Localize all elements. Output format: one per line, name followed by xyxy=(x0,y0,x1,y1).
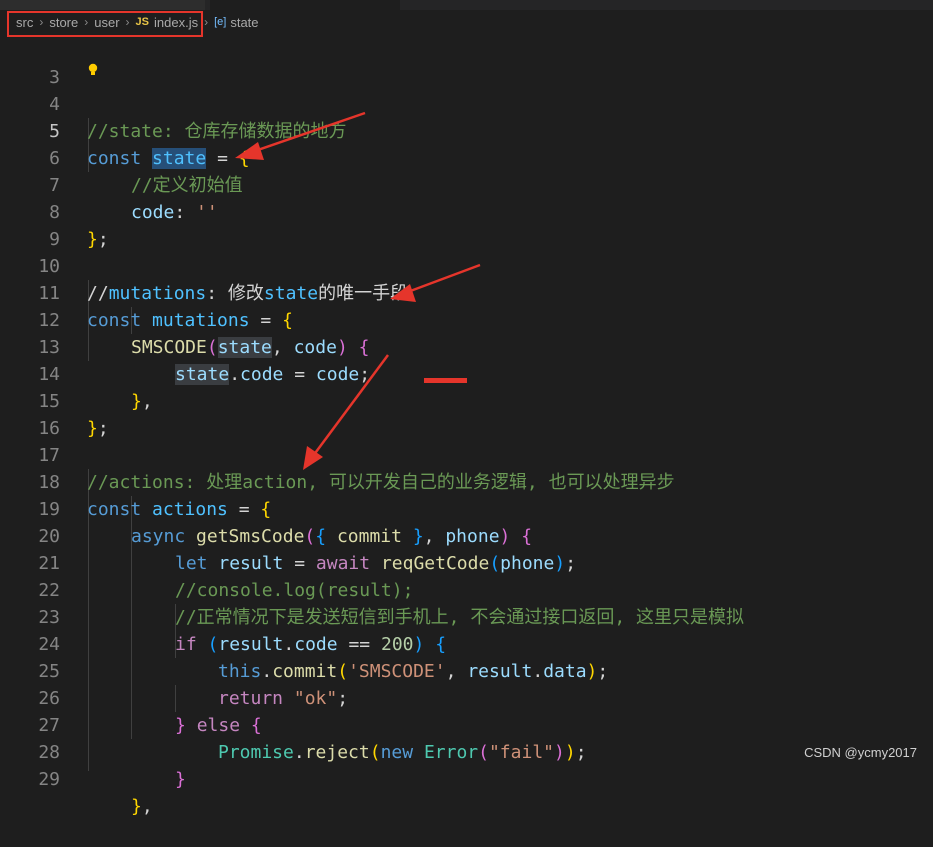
lightbulb-icon[interactable] xyxy=(88,63,98,77)
code-line[interactable]: 29 }, xyxy=(0,739,933,817)
code-token: , xyxy=(141,796,153,817)
code-line[interactable]: 21 //console.log(result); xyxy=(0,523,933,601)
code-token: } xyxy=(131,796,142,817)
code-editor[interactable]: 3 4 //state: 仓库存储数据的地方 5 const state = {… xyxy=(0,37,933,817)
code-text: }, xyxy=(131,793,153,820)
code-line[interactable]: 16 xyxy=(0,388,933,439)
code-line[interactable]: 27 Promise.reject(new Error("fail")); xyxy=(0,685,933,763)
code-line[interactable]: 7 code: '' xyxy=(0,145,933,223)
chevron-right-icon: › xyxy=(204,15,209,29)
variable-symbol-icon: [e] xyxy=(214,16,227,28)
code-line[interactable]: 26 } else { xyxy=(0,658,933,736)
code-line[interactable]: 18 const actions = { xyxy=(0,442,933,520)
code-line[interactable]: 20 let result = await reqGetCode(phone); xyxy=(0,496,933,574)
editor-tab-active[interactable] xyxy=(210,0,400,10)
code-line[interactable]: 11 const mutations = { xyxy=(0,253,933,331)
code-line[interactable]: 23 if (result.code == 200) { xyxy=(0,577,933,655)
code-line[interactable]: 25 return "ok"; xyxy=(0,631,933,709)
code-line[interactable]: 15 }; xyxy=(0,361,933,439)
code-line[interactable]: 4 //state: 仓库存储数据的地方 xyxy=(0,64,933,142)
code-line[interactable]: 22 //正常情况下是发送短信到手机上, 不会通过接口返回, 这里只是模拟 xyxy=(0,550,933,628)
editor-tab-strip[interactable] xyxy=(0,0,933,10)
code-line[interactable]: 19 async getSmsCode({ commit }, phone) { xyxy=(0,469,933,547)
editor-tab-inactive[interactable] xyxy=(0,0,205,10)
code-line[interactable]: 8 }; xyxy=(0,172,933,250)
code-line[interactable]: 6 //定义初始值 xyxy=(0,118,933,196)
code-line[interactable]: 10 //mutations: 修改state的唯一手段 xyxy=(0,226,933,304)
code-line[interactable]: 24 this.commit('SMSCODE', result.data); xyxy=(0,604,933,682)
code-line[interactable]: 13 state.code = code; xyxy=(0,307,933,385)
watermark: CSDN @ycmy2017 xyxy=(804,745,917,760)
code-text: } xyxy=(175,766,186,793)
code-line[interactable]: 14 }, xyxy=(0,334,933,412)
code-line[interactable]: 28 } xyxy=(0,712,933,790)
code-line[interactable]: 3 xyxy=(0,37,933,88)
breadcrumb-highlight-box xyxy=(7,11,203,37)
code-token: } xyxy=(175,769,186,790)
breadcrumb-item-symbol[interactable]: state xyxy=(230,15,258,30)
code-line[interactable]: 17 //actions: 处理action, 可以开发自己的业务逻辑, 也可以… xyxy=(0,415,933,493)
code-line[interactable]: 5 const state = { xyxy=(0,91,933,169)
code-line[interactable]: 9 xyxy=(0,199,933,250)
code-line[interactable]: 12 SMSCODE(state, code) { xyxy=(0,280,933,358)
line-number: 29 xyxy=(38,769,60,790)
